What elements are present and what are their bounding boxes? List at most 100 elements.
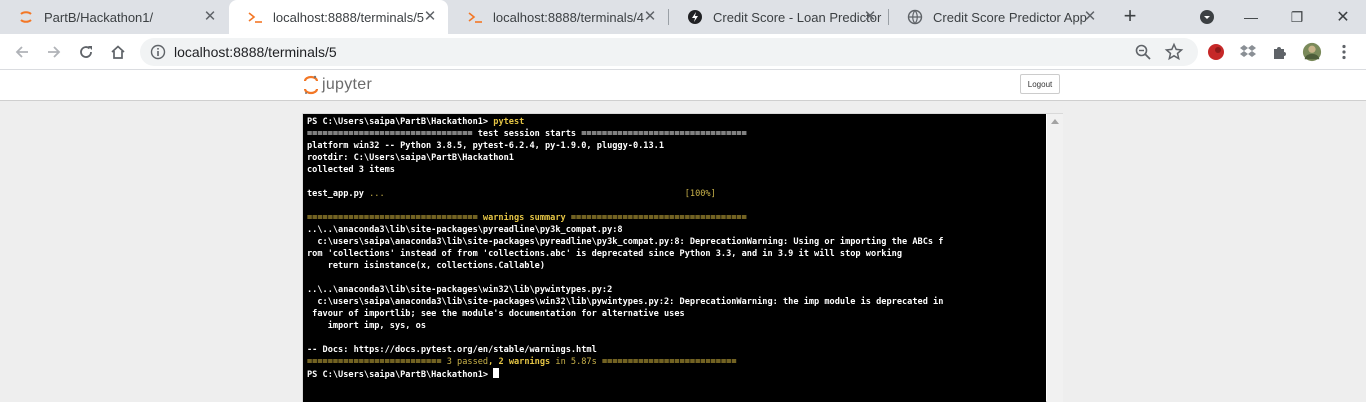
- terminal-line: ================================= warnin…: [307, 212, 1046, 224]
- terminal-text: platform win32 -- Python 3.8.5, pytest-6…: [307, 141, 664, 151]
- terminal-line: c:\users\saipa\anaconda3\lib\site-packag…: [307, 296, 1046, 308]
- arrow-right-icon: [48, 46, 61, 58]
- url-text: localhost:8888/terminals/5: [174, 44, 337, 60]
- close-tab-icon[interactable]: ✕: [422, 9, 438, 25]
- address-bar[interactable]: localhost:8888/terminals/5: [140, 38, 1198, 66]
- terminal-text: ================================ test se…: [307, 129, 747, 139]
- tab-search-button[interactable]: [1184, 0, 1230, 34]
- terminal-text: import imp, sys, os: [307, 321, 426, 331]
- terminal-text: ..\..\anaconda3\lib\site-packages\win32\…: [307, 285, 613, 295]
- terminal-line: import imp, sys, os: [307, 320, 1046, 332]
- terminal-line: c:\users\saipa\anaconda3\lib\site-packag…: [307, 236, 1046, 248]
- terminal-text: rootdir: C:\Users\saipa\PartB\Hackathon1: [307, 153, 514, 163]
- extensions-puzzle-icon[interactable]: [1270, 42, 1290, 62]
- terminal-text: pytest: [493, 117, 525, 127]
- dropbox-icon[interactable]: [1238, 42, 1258, 62]
- chevron-down-icon: [1200, 10, 1214, 24]
- tab-strip: PartB/Hackathon1/ ✕ localhost:8888/termi…: [0, 0, 1366, 34]
- close-tab-icon[interactable]: ✕: [1082, 9, 1098, 25]
- reload-button[interactable]: [74, 40, 98, 64]
- terminal-text: ==========================: [596, 357, 737, 367]
- terminal-line: test_app.py ... [100%]: [307, 188, 1046, 200]
- tab-title: PartB/Hackathon1/: [44, 9, 154, 25]
- scroll-up-icon[interactable]: [1051, 119, 1059, 124]
- terminal-line: rootdir: C:\Users\saipa\PartB\Hackathon1: [307, 152, 1046, 164]
- terminal-scrollbar[interactable]: [1047, 114, 1063, 402]
- extension-red-icon[interactable]: [1206, 42, 1226, 62]
- terminal-text: test_app.py: [307, 189, 370, 199]
- globe-icon: [907, 9, 923, 25]
- forward-button[interactable]: [42, 40, 66, 64]
- tab-terminal-4[interactable]: localhost:8888/terminals/4 ✕: [449, 0, 668, 34]
- terminal-text: 3 passed: [446, 357, 489, 367]
- tab-terminal-5[interactable]: localhost:8888/terminals/5 ✕: [229, 0, 448, 34]
- home-button[interactable]: [106, 40, 130, 64]
- terminal-text: ..\..\anaconda3\lib\site-packages\pyread…: [307, 225, 623, 235]
- terminal-text: in 5.87s: [550, 357, 597, 367]
- terminal-line: PS C:\Users\saipa\PartB\Hackathon1> pyte…: [307, 116, 1046, 128]
- terminal-text: PS C:\Users\saipa\PartB\Hackathon1>: [307, 370, 494, 380]
- terminal-text: ==========================: [307, 357, 447, 367]
- terminal-text: return isinstance(x, collections.Callabl…: [307, 261, 545, 271]
- terminal-line: ..\..\anaconda3\lib\site-packages\win32\…: [307, 284, 1046, 296]
- terminal-line: -- Docs: https://docs.pytest.org/en/stab…: [307, 344, 1046, 356]
- terminal-line: return isinstance(x, collections.Callabl…: [307, 260, 1046, 272]
- terminal-text: 2 warnings: [498, 357, 551, 367]
- tab-credit-score-app[interactable]: Credit Score Predictor App ✕: [889, 0, 1108, 34]
- close-tab-icon[interactable]: ✕: [862, 9, 878, 25]
- terminal-line: ========================== 3 passed, 2 w…: [307, 356, 1046, 368]
- terminal-icon: [247, 9, 263, 25]
- close-window-button[interactable]: ✕: [1320, 0, 1366, 34]
- terminal-text: [100%]: [684, 189, 716, 199]
- jupyter-logo-icon: [304, 75, 318, 95]
- close-tab-icon[interactable]: ✕: [202, 9, 218, 25]
- reload-icon: [80, 46, 92, 58]
- terminal-text: ,: [488, 357, 499, 367]
- streamlit-icon: [687, 9, 703, 25]
- terminal-text: ...: [369, 189, 385, 199]
- tab-jupyter-tree[interactable]: PartB/Hackathon1/ ✕: [0, 0, 228, 34]
- info-icon[interactable]: [150, 44, 166, 60]
- terminal-line: ================================ test se…: [307, 128, 1046, 140]
- terminal-text: -- Docs: https://docs.pytest.org/en/stab…: [307, 345, 597, 355]
- terminal-line: ..\..\anaconda3\lib\site-packages\pyread…: [307, 224, 1046, 236]
- terminal-icon: [467, 9, 483, 25]
- terminal-container: PS C:\Users\saipa\PartB\Hackathon1> pyte…: [302, 113, 1063, 402]
- terminal-line: platform win32 -- Python 3.8.5, pytest-6…: [307, 140, 1046, 152]
- jupyter-logo-text: jupyter: [322, 76, 373, 93]
- jupyter-logo[interactable]: jupyter: [304, 73, 372, 97]
- jupyter-icon: [18, 9, 34, 25]
- tab-credit-score-loan[interactable]: Credit Score - Loan Predictor ✕: [669, 0, 888, 34]
- terminal-text: collected 3 items: [307, 165, 395, 175]
- terminal-text: PS C:\Users\saipa\PartB\Hackathon1>: [307, 117, 494, 127]
- arrow-left-icon: [15, 46, 28, 58]
- menu-kebab-icon[interactable]: [1334, 42, 1354, 62]
- back-button[interactable]: [10, 40, 34, 64]
- terminal-text: rom 'collections' instead of from 'colle…: [307, 249, 902, 259]
- terminal-text: ================================= warnin…: [307, 213, 747, 223]
- new-tab-button[interactable]: +: [1118, 5, 1142, 29]
- close-tab-icon[interactable]: ✕: [642, 9, 658, 25]
- logout-button[interactable]: Logout: [1020, 74, 1060, 94]
- terminal-line: favour of importlib; see the module's do…: [307, 308, 1046, 320]
- terminal-text: c:\users\saipa\anaconda3\lib\site-packag…: [307, 297, 944, 307]
- terminal-line: collected 3 items: [307, 164, 1046, 176]
- terminal-cursor: [493, 368, 500, 378]
- maximize-button[interactable]: ❐: [1274, 0, 1320, 34]
- terminal-text: c:\users\saipa\anaconda3\lib\site-packag…: [307, 237, 944, 247]
- avatar[interactable]: [1302, 42, 1322, 62]
- jupyter-header: jupyter Logout: [0, 70, 1366, 101]
- terminal-line: PS C:\Users\saipa\PartB\Hackathon1>: [307, 368, 1046, 380]
- zoom-icon[interactable]: [1134, 43, 1152, 61]
- browser-toolbar: localhost:8888/terminals/5: [0, 34, 1366, 70]
- bookmark-star-icon[interactable]: [1164, 42, 1184, 62]
- minimize-button[interactable]: —: [1228, 0, 1274, 34]
- home-icon: [111, 45, 125, 59]
- terminal-text: favour of importlib; see the module's do…: [307, 309, 685, 319]
- terminal-output[interactable]: PS C:\Users\saipa\PartB\Hackathon1> pyte…: [303, 114, 1046, 402]
